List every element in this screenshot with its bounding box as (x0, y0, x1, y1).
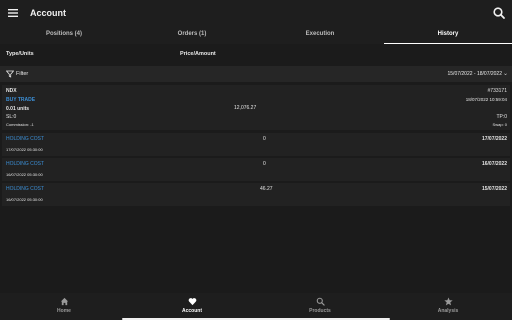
trade-id: #733171 (487, 88, 507, 94)
holding-cost-label: HOLDING COST (6, 161, 45, 167)
date-range[interactable]: 15/07/2022 - 18/07/2022 (448, 71, 503, 77)
holding-cost-label: HOLDING COST (6, 186, 45, 192)
holding-cost-date: 17/07/2022 (481, 136, 507, 142)
nav-products-label: Products (309, 308, 331, 314)
trade-datetime: 18/07/2022 10:59:04 (465, 97, 507, 102)
page-title: Account (30, 8, 66, 18)
holding-cost-amount: 46.27 (260, 186, 273, 192)
holding-cost-date: 15/07/2022 (481, 186, 507, 192)
filter-icon (6, 70, 14, 78)
trade-tp: TP:0 (496, 114, 507, 120)
holding-cost-datetime: 16/07/2022 05:30:00 (6, 197, 43, 202)
bottom-nav: Home Account Products Analysis (0, 293, 512, 320)
filter-bar[interactable]: Filter 15/07/2022 - 18/07/2022 ⌄ (0, 66, 512, 82)
trade-swap: Swap: 0 (492, 122, 507, 127)
filter-label: Filter (16, 71, 29, 77)
trade-units: 0.01 units (6, 106, 30, 112)
column-type-units: Type/Units (6, 51, 34, 57)
nav-home[interactable]: Home (0, 293, 128, 320)
chevron-down-icon[interactable]: ⌄ (503, 70, 508, 77)
list-item[interactable]: HOLDING COST 0 17/07/2022 17/07/2022 05:… (2, 133, 510, 156)
nav-home-label: Home (57, 308, 71, 314)
search-icon (316, 297, 325, 306)
home-icon (60, 297, 68, 306)
column-price-amount: Price/Amount (180, 51, 216, 57)
menu-button[interactable] (2, 0, 24, 26)
column-headers: Type/Units Price/Amount (0, 44, 512, 64)
list-item[interactable]: HOLDING COST 46.27 15/07/2022 16/07/2022… (2, 183, 510, 206)
trade-type: BUY TRADE (6, 97, 36, 103)
hamburger-icon (8, 9, 18, 17)
holding-cost-amount: 0 (263, 136, 266, 142)
trade-price: 12,076.27 (234, 105, 257, 111)
trade-symbol: NDX (6, 88, 17, 94)
tab-orders[interactable]: Orders (1) (128, 26, 256, 44)
holding-cost-label: HOLDING COST (6, 136, 45, 142)
search-icon[interactable] (492, 6, 506, 20)
holding-cost-amount: 0 (263, 161, 266, 167)
nav-account-label: Account (182, 308, 202, 314)
nav-analysis[interactable]: Analysis (384, 293, 512, 320)
app-bar: Account (0, 0, 512, 26)
nav-products[interactable]: Products (256, 293, 384, 320)
nav-analysis-label: Analysis (437, 308, 459, 314)
holding-cost-date: 16/07/2022 (481, 161, 507, 167)
tab-history[interactable]: History (384, 26, 512, 44)
trade-sl: SL:0 (6, 114, 17, 120)
tab-bar: Positions (4) Orders (1) Execution Histo… (0, 26, 512, 44)
nav-account[interactable]: Account (128, 293, 256, 320)
trade-commission: Commission: -1 (6, 122, 34, 127)
trade-card[interactable]: NDX #733171 BUY TRADE 18/07/2022 10:59:0… (2, 85, 510, 130)
holding-cost-datetime: 17/07/2022 05:30:00 (6, 147, 43, 152)
holding-cost-datetime: 16/07/2022 05:30:00 (6, 172, 43, 177)
star-icon (443, 297, 453, 306)
heart-icon (188, 298, 196, 306)
tab-execution[interactable]: Execution (256, 26, 384, 44)
list-item[interactable]: HOLDING COST 0 16/07/2022 16/07/2022 05:… (2, 158, 510, 181)
tab-positions[interactable]: Positions (4) (0, 26, 128, 44)
